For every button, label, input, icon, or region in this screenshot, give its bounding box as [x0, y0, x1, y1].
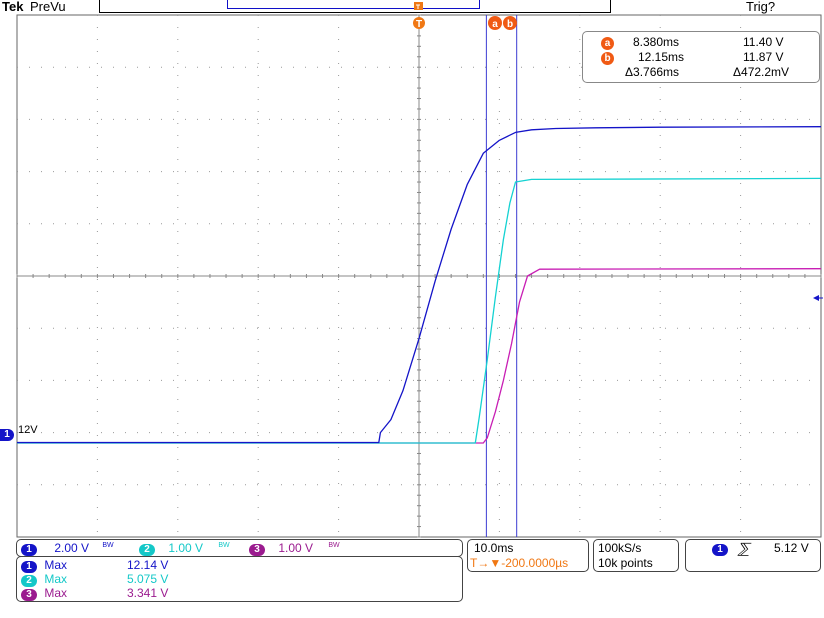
- graticule-grid: [16, 14, 822, 538]
- measurement-3-name: Max: [44, 586, 68, 600]
- cursor-a-label: a: [492, 19, 498, 30]
- timebase-panel[interactable]: 10.0ms T→▼-200.0000µs: [467, 539, 589, 572]
- measurement-panel: 1 Max 12.14 V 2 Max 5.075 V 3 Max 3.341 …: [16, 556, 463, 602]
- measurement-row-3[interactable]: 3 Max: [21, 586, 67, 601]
- ch2-scale-item[interactable]: 2 1.00 V BW: [139, 541, 230, 556]
- cursor-delta-time: Δ3.766ms: [625, 65, 680, 79]
- measurement-row-1[interactable]: 1 Max: [21, 558, 67, 573]
- measurement-1-value: 12.14 V: [127, 558, 169, 572]
- horizontal-position: T→▼-200.0000µs: [470, 556, 569, 570]
- trigger-t-marker: T: [413, 17, 425, 30]
- measurement-1-name: Max: [44, 558, 68, 572]
- waveform-display: T a b: [16, 2, 823, 538]
- measurement-2-value: 5.075 V: [127, 572, 169, 586]
- measurement-3-value: 3.341 V: [127, 586, 169, 600]
- ch1-scale-value: 2.00 V: [54, 541, 90, 555]
- channel-1-ground-marker[interactable]: 1 12V: [0, 424, 38, 442]
- measurement-row-2[interactable]: 2 Max: [21, 572, 67, 587]
- cursor-a-time: 8.380ms: [633, 35, 680, 49]
- ch3-bw-limit: BW: [328, 542, 340, 549]
- channel-1-label: 12V: [18, 424, 38, 436]
- cursor-a-voltage: 11.40 V: [743, 35, 784, 49]
- sample-rate: 100kS/s: [598, 541, 642, 555]
- cursor-a-row-badge: a: [601, 35, 614, 50]
- trigger-level-arrow: [813, 295, 819, 301]
- ch3-scale-value: 1.00 V: [278, 541, 314, 555]
- ch1-scale-item[interactable]: 1 2.00 V BW: [21, 541, 114, 556]
- ch3-scale-item[interactable]: 3 1.00 V BW: [249, 541, 340, 556]
- acquisition-panel[interactable]: 100kS/s 10k points: [593, 539, 679, 572]
- rising-edge-icon: ⅀: [738, 540, 750, 556]
- record-length: 10k points: [598, 556, 653, 570]
- cursor-readout: a 8.380ms 11.40 V b 12.15ms 11.87 V Δ3.7…: [582, 31, 820, 83]
- cursor-b-row-badge: b: [601, 50, 614, 65]
- channel-scale-panel: 1 2.00 V BW 2 1.00 V BW 3 1.00 V BW: [16, 539, 463, 557]
- cursor-b-voltage: 11.87 V: [743, 50, 784, 64]
- cursor-delta-voltage: Δ472.2mV: [733, 65, 790, 79]
- trigger-level: 5.12 V: [774, 541, 809, 555]
- cursor-b-time: 12.15ms: [638, 50, 685, 64]
- timebase-scale: 10.0ms: [474, 541, 514, 555]
- trigger-panel[interactable]: 1 ⅀ 5.12 V: [685, 539, 821, 572]
- trigger-position-marker: [414, 2, 423, 10]
- ch2-scale-value: 1.00 V: [168, 541, 204, 555]
- ch1-bw-limit: BW: [102, 542, 114, 549]
- ch2-bw-limit: BW: [218, 542, 230, 549]
- cursor-b-label: b: [507, 19, 513, 30]
- channel-1-badge: 1: [0, 429, 14, 441]
- trigger-source: 1: [712, 541, 728, 556]
- cursor-a-marker: a: [488, 16, 502, 30]
- cursor-b-marker: b: [503, 16, 517, 30]
- measurement-2-name: Max: [44, 572, 68, 586]
- trigger-t-label: T: [416, 19, 422, 30]
